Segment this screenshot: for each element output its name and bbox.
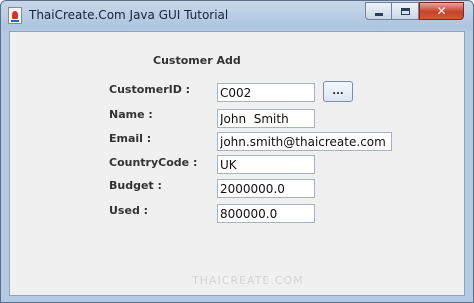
maximize-button[interactable] xyxy=(392,2,419,20)
close-icon: ✕ xyxy=(436,4,447,18)
customer-id-field[interactable] xyxy=(217,83,315,102)
name-field[interactable] xyxy=(217,109,315,128)
app-window: ThaiCreate.Com Java GUI Tutorial ✕ Custo… xyxy=(0,0,474,303)
customer-id-label: CustomerID : xyxy=(109,83,191,96)
maximize-icon xyxy=(400,7,410,15)
budget-label: Budget : xyxy=(109,179,162,192)
customer-lookup-button[interactable]: ... xyxy=(323,81,353,102)
country-code-label: CountryCode : xyxy=(109,156,198,169)
used-label: Used : xyxy=(109,204,149,217)
budget-field[interactable] xyxy=(217,179,315,198)
country-code-field[interactable] xyxy=(217,155,315,174)
window-title: ThaiCreate.Com Java GUI Tutorial xyxy=(29,8,229,22)
used-field[interactable] xyxy=(217,204,315,223)
site-watermark: THAICREATE.COM xyxy=(192,274,304,287)
form-panel: Customer Add CustomerID : ... Name : Ema… xyxy=(9,31,465,296)
form-heading: Customer Add xyxy=(153,54,241,67)
email-field[interactable] xyxy=(217,132,392,151)
minimize-button[interactable] xyxy=(365,2,392,20)
title-bar[interactable]: ThaiCreate.Com Java GUI Tutorial ✕ xyxy=(1,1,473,31)
close-button[interactable]: ✕ xyxy=(419,2,464,20)
email-label: Email : xyxy=(109,132,152,145)
minimize-icon xyxy=(374,12,383,16)
java-cup-icon xyxy=(8,7,22,24)
name-label: Name : xyxy=(109,108,153,121)
